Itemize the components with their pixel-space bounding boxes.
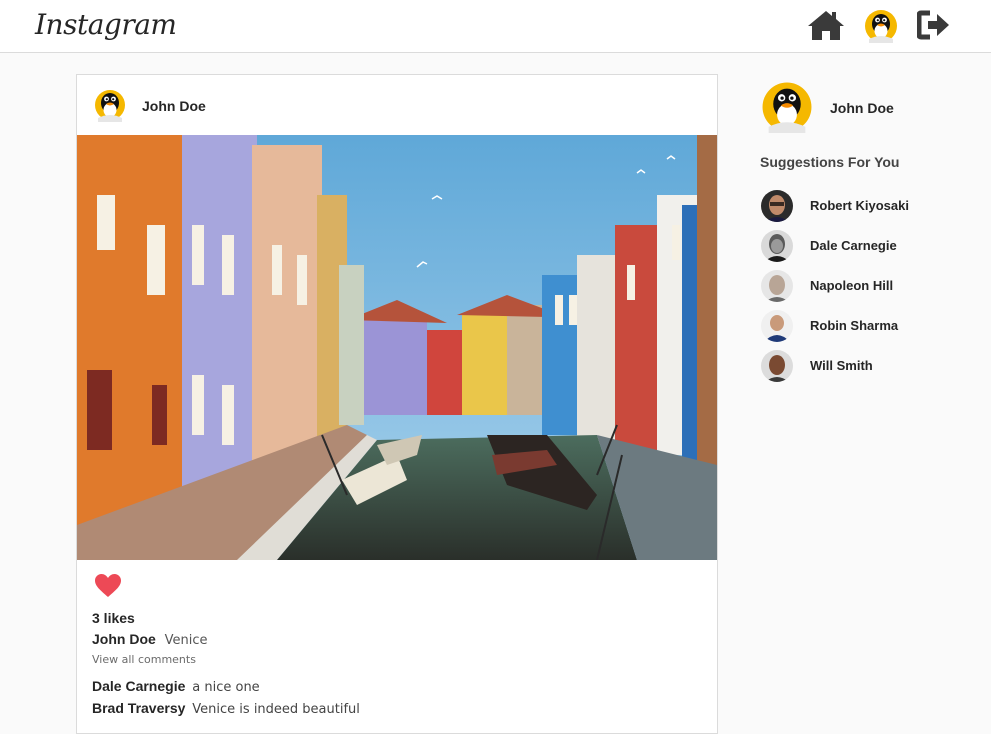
likes-count: 3 likes bbox=[92, 610, 135, 626]
comment-item: Dale Carnegie a nice one bbox=[92, 678, 260, 695]
suggestion-name[interactable]: Robin Sharma bbox=[810, 318, 898, 333]
comment-item: Brad Traversy Venice is indeed beautiful bbox=[92, 700, 360, 717]
post-caption: John Doe Venice bbox=[92, 631, 208, 648]
post-author-name[interactable]: John Doe bbox=[142, 98, 206, 114]
suggestion-avatar[interactable] bbox=[761, 230, 793, 262]
sidebar-profile-avatar[interactable] bbox=[761, 81, 813, 133]
suggestion-avatar[interactable] bbox=[761, 310, 793, 342]
caption-text: Venice bbox=[164, 633, 208, 648]
sidebar-username[interactable]: John Doe bbox=[830, 100, 894, 116]
home-icon[interactable] bbox=[806, 9, 846, 41]
view-all-comments-link[interactable]: View all comments bbox=[92, 653, 196, 666]
post-author-avatar[interactable] bbox=[93, 88, 127, 122]
heart-icon[interactable] bbox=[94, 573, 122, 599]
suggestion-avatar[interactable] bbox=[761, 350, 793, 382]
suggestion-item[interactable]: Robin Sharma bbox=[761, 310, 961, 342]
suggestion-item[interactable]: Robert Kiyosaki bbox=[761, 190, 961, 222]
suggestions-title: Suggestions For You bbox=[760, 154, 900, 170]
post-card: John Doe 3 likes John Doe Venice View al… bbox=[76, 74, 718, 734]
post-image[interactable] bbox=[77, 135, 717, 560]
suggestion-name[interactable]: Robert Kiyosaki bbox=[810, 198, 909, 213]
suggestion-avatar[interactable] bbox=[761, 190, 793, 222]
suggestion-name[interactable]: Dale Carnegie bbox=[810, 238, 897, 253]
post-header: John Doe bbox=[77, 75, 717, 136]
profile-avatar-icon[interactable] bbox=[864, 9, 898, 43]
comment-text: a nice one bbox=[192, 680, 260, 695]
venice-canal-photo bbox=[77, 135, 717, 560]
suggestion-item[interactable]: Dale Carnegie bbox=[761, 230, 961, 262]
suggestion-name[interactable]: Will Smith bbox=[810, 358, 873, 373]
suggestion-item[interactable]: Napoleon Hill bbox=[761, 270, 961, 302]
comment-username[interactable]: Brad Traversy bbox=[92, 700, 185, 716]
instagram-logo[interactable]: Instagram bbox=[35, 8, 177, 41]
comment-text: Venice is indeed beautiful bbox=[192, 702, 360, 717]
top-navbar: Instagram bbox=[0, 0, 991, 53]
suggestion-item[interactable]: Will Smith bbox=[761, 350, 961, 382]
comment-username[interactable]: Dale Carnegie bbox=[92, 678, 185, 694]
suggestion-name[interactable]: Napoleon Hill bbox=[810, 278, 893, 293]
suggestion-avatar[interactable] bbox=[761, 270, 793, 302]
logout-icon[interactable] bbox=[917, 10, 951, 40]
caption-username[interactable]: John Doe bbox=[92, 631, 156, 647]
